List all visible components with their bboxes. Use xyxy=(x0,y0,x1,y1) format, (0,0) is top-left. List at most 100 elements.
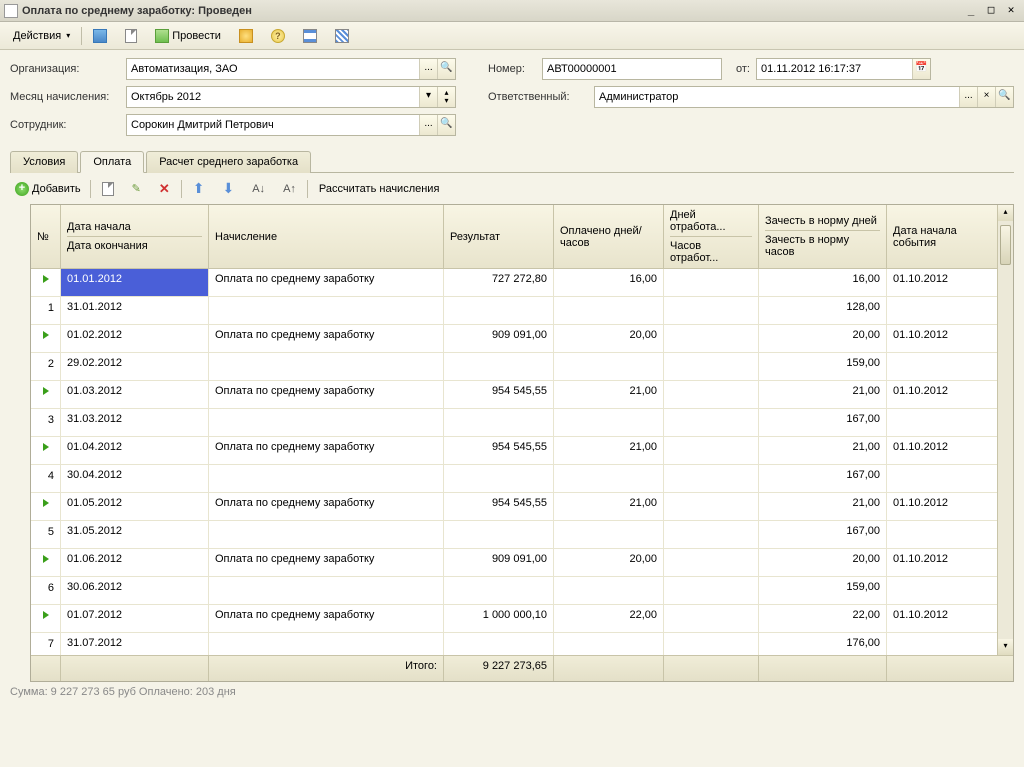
cell-norm-hours[interactable]: 167,00 xyxy=(759,465,887,492)
cell-norm-days[interactable]: 21,00 xyxy=(759,437,887,464)
cell-calculation[interactable]: Оплата по среднему заработку xyxy=(209,549,444,576)
cell-hours-worked[interactable] xyxy=(664,521,759,548)
month-field[interactable]: Октябрь 2012 ▾ ▴▾ xyxy=(126,86,456,108)
cell-norm-hours[interactable]: 159,00 xyxy=(759,353,887,380)
sort-desc-button[interactable]: A↑ xyxy=(276,180,303,198)
table-row[interactable]: 01.05.2012Оплата по среднему заработку95… xyxy=(31,493,1013,521)
table-row[interactable]: 531.05.2012167,00 xyxy=(31,521,1013,549)
cell-calculation[interactable]: Оплата по среднему заработку xyxy=(209,437,444,464)
cell-date-end[interactable]: 31.01.2012 xyxy=(61,297,209,324)
resp-clear-button[interactable]: × xyxy=(977,87,995,107)
cell-result-sub[interactable] xyxy=(444,633,554,655)
cell-date-start[interactable]: 01.05.2012 xyxy=(61,493,209,520)
cell-event-date[interactable]: 01.10.2012 xyxy=(887,325,1005,352)
table-row[interactable]: 430.04.2012167,00 xyxy=(31,465,1013,493)
cell-days-worked[interactable] xyxy=(664,549,759,576)
header-worked[interactable]: Дней отработа... Часов отработ... xyxy=(664,205,759,268)
cell-result-sub[interactable] xyxy=(444,521,554,548)
cell-result-sub[interactable] xyxy=(444,577,554,604)
cell-paid-sub[interactable] xyxy=(554,633,664,655)
help-button[interactable]: ? xyxy=(264,26,292,46)
number-field[interactable] xyxy=(542,58,722,80)
emp-search-button[interactable]: 🔍 xyxy=(437,115,455,135)
recalc-button[interactable]: Рассчитать начисления xyxy=(312,180,447,198)
header-norm[interactable]: Зачесть в норму дней Зачесть в норму час… xyxy=(759,205,887,268)
post-button[interactable]: Провести xyxy=(148,26,228,46)
cell-event-sub[interactable] xyxy=(887,353,1005,380)
cell-date-end[interactable]: 30.06.2012 xyxy=(61,577,209,604)
emp-select-button[interactable]: ... xyxy=(419,115,437,135)
cell-hours-worked[interactable] xyxy=(664,297,759,324)
table-row[interactable]: 229.02.2012159,00 xyxy=(31,353,1013,381)
cell-date-start[interactable]: 01.03.2012 xyxy=(61,381,209,408)
cell-paid[interactable]: 20,00 xyxy=(554,549,664,576)
cell-calculation[interactable]: Оплата по среднему заработку xyxy=(209,605,444,632)
cell-event-date[interactable]: 01.10.2012 xyxy=(887,437,1005,464)
org-field[interactable]: Автоматизация, ЗАО ... 🔍 xyxy=(126,58,456,80)
scroll-down-button[interactable]: ▾ xyxy=(998,639,1013,655)
add-row-button[interactable]: + Добавить xyxy=(10,180,86,198)
cell-hours-worked[interactable] xyxy=(664,633,759,655)
cell-event-date[interactable]: 01.10.2012 xyxy=(887,605,1005,632)
cell-paid[interactable]: 22,00 xyxy=(554,605,664,632)
number-input[interactable] xyxy=(543,63,721,75)
scroll-thumb[interactable] xyxy=(1000,225,1011,265)
cell-hours-worked[interactable] xyxy=(664,353,759,380)
cell-norm-days[interactable]: 21,00 xyxy=(759,381,887,408)
table-row[interactable]: 01.07.2012Оплата по среднему заработку1 … xyxy=(31,605,1013,633)
stamp-button[interactable] xyxy=(232,26,260,46)
calendar-button[interactable]: 📅 xyxy=(912,59,930,79)
cell-days-worked[interactable] xyxy=(664,269,759,296)
cell-result[interactable]: 954 545,55 xyxy=(444,493,554,520)
cell-date-end[interactable]: 30.04.2012 xyxy=(61,465,209,492)
cell-result-sub[interactable] xyxy=(444,297,554,324)
header-dates[interactable]: Дата начала Дата окончания xyxy=(61,205,209,268)
month-dropdown-button[interactable]: ▾ xyxy=(419,87,437,107)
table-row[interactable]: 731.07.2012176,00 xyxy=(31,633,1013,655)
cell-calculation[interactable]: Оплата по среднему заработку xyxy=(209,493,444,520)
cell-event-sub[interactable] xyxy=(887,465,1005,492)
cell-norm-hours[interactable]: 176,00 xyxy=(759,633,887,655)
header-event-date[interactable]: Дата начала события xyxy=(887,205,1005,268)
settings-button[interactable] xyxy=(328,26,356,46)
cell-date-start[interactable]: 01.04.2012 xyxy=(61,437,209,464)
cell-paid-sub[interactable] xyxy=(554,465,664,492)
minimize-button[interactable]: _ xyxy=(962,3,980,19)
close-button[interactable]: ✕ xyxy=(1002,3,1020,19)
table-row[interactable]: 01.04.2012Оплата по среднему заработку95… xyxy=(31,437,1013,465)
cell-days-worked[interactable] xyxy=(664,381,759,408)
move-down-button[interactable]: ⬇ xyxy=(215,177,241,200)
move-up-button[interactable]: ⬆ xyxy=(186,177,212,200)
cell-calculation-sub[interactable] xyxy=(209,465,444,492)
cell-calculation-sub[interactable] xyxy=(209,353,444,380)
table-row[interactable]: 01.06.2012Оплата по среднему заработку90… xyxy=(31,549,1013,577)
cell-calculation-sub[interactable] xyxy=(209,409,444,436)
cell-date-start[interactable]: 01.01.2012 xyxy=(61,269,209,296)
delete-button[interactable]: ✕ xyxy=(152,178,177,200)
table-row[interactable]: 01.03.2012Оплата по среднему заработку95… xyxy=(31,381,1013,409)
cell-norm-hours[interactable]: 167,00 xyxy=(759,521,887,548)
cell-calculation-sub[interactable] xyxy=(209,521,444,548)
cell-result[interactable]: 1 000 000,10 xyxy=(444,605,554,632)
cell-norm-days[interactable]: 21,00 xyxy=(759,493,887,520)
cell-date-end[interactable]: 31.03.2012 xyxy=(61,409,209,436)
header-calculation[interactable]: Начисление xyxy=(209,205,444,268)
cell-event-date[interactable]: 01.10.2012 xyxy=(887,381,1005,408)
cell-norm-hours[interactable]: 159,00 xyxy=(759,577,887,604)
tab-payment[interactable]: Оплата xyxy=(80,151,144,173)
cell-norm-hours[interactable]: 128,00 xyxy=(759,297,887,324)
table-row[interactable]: 331.03.2012167,00 xyxy=(31,409,1013,437)
table-row[interactable]: 01.02.2012Оплата по среднему заработку90… xyxy=(31,325,1013,353)
date-field[interactable]: 01.11.2012 16:17:37 📅 xyxy=(756,58,931,80)
cell-calculation-sub[interactable] xyxy=(209,577,444,604)
cell-paid-sub[interactable] xyxy=(554,521,664,548)
scroll-up-button[interactable]: ▴ xyxy=(998,205,1013,221)
cell-result[interactable]: 909 091,00 xyxy=(444,325,554,352)
cell-days-worked[interactable] xyxy=(664,437,759,464)
copy-button[interactable] xyxy=(95,179,121,199)
cell-norm-days[interactable]: 20,00 xyxy=(759,549,887,576)
header-number[interactable]: № xyxy=(31,205,61,268)
resp-search-button[interactable]: 🔍 xyxy=(995,87,1013,107)
cell-paid[interactable]: 20,00 xyxy=(554,325,664,352)
cell-result-sub[interactable] xyxy=(444,409,554,436)
